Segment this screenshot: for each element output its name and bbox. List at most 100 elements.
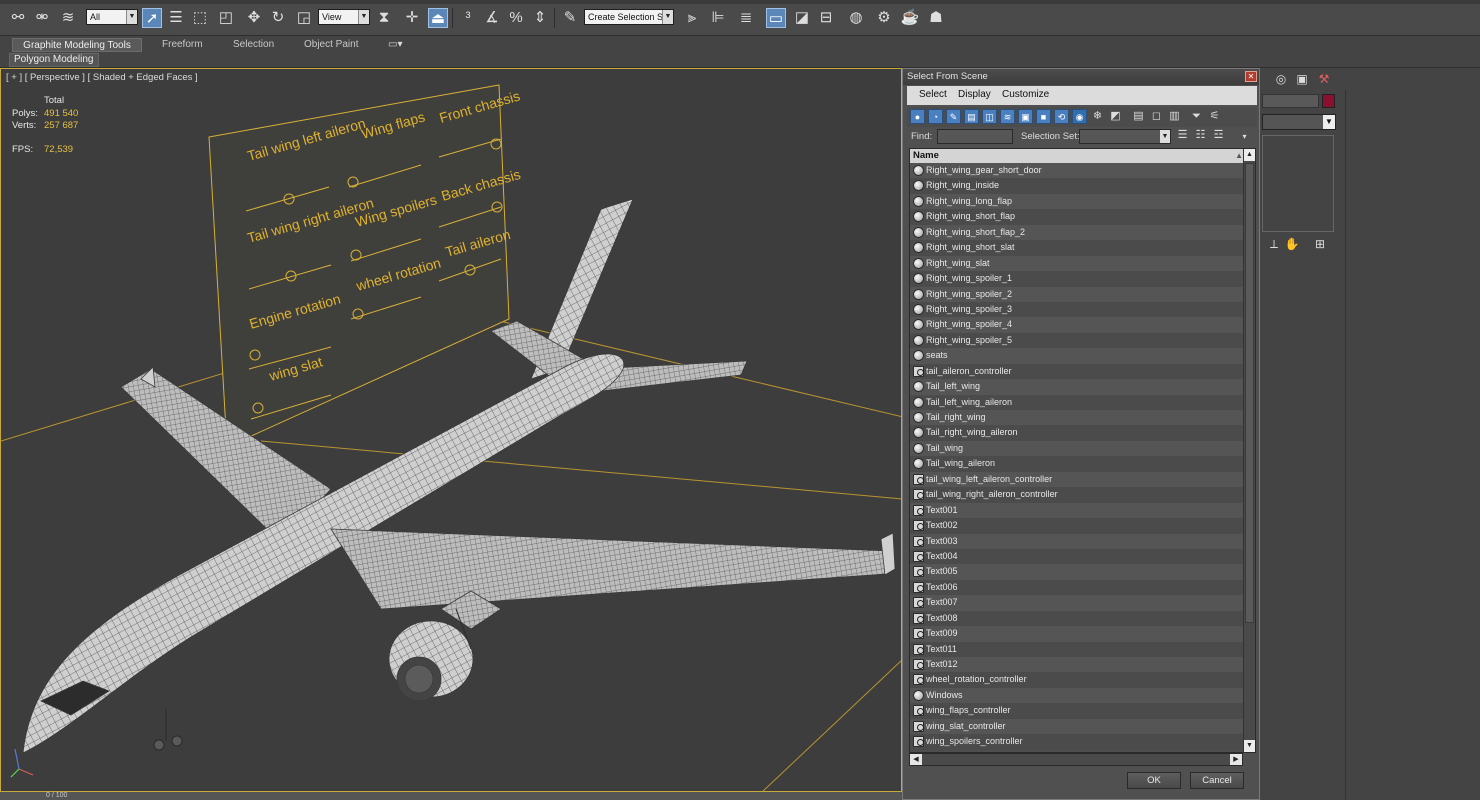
selection-set-dropdown[interactable]: ▼: [1079, 129, 1171, 144]
find-input[interactable]: [937, 129, 1013, 144]
list-item[interactable]: Text003: [910, 533, 1244, 549]
object-name-field[interactable]: [1262, 94, 1319, 108]
tab-object-paint[interactable]: Object Paint: [304, 38, 358, 52]
list-item[interactable]: Right_wing_short_flap: [910, 209, 1244, 225]
list-item[interactable]: Text012: [910, 657, 1244, 673]
object-color-swatch[interactable]: [1322, 94, 1335, 108]
list-item[interactable]: wheel_rotation_controller: [910, 672, 1244, 688]
list-item[interactable]: Text002: [910, 518, 1244, 534]
list-item[interactable]: Right_wing_slat: [910, 255, 1244, 272]
display-xrefs-icon[interactable]: ■: [1036, 109, 1051, 124]
link-icon[interactable]: ⚯: [8, 8, 28, 28]
edit-named-selection-icon[interactable]: ✎: [560, 8, 580, 28]
list-item[interactable]: wing_slat_controller: [910, 718, 1244, 735]
pivot-center-icon[interactable]: ⧗: [374, 8, 394, 28]
list-item[interactable]: Right_wing_spoiler_5: [910, 332, 1244, 349]
layer-manager-icon[interactable]: ≣: [736, 8, 756, 28]
scroll-right-icon[interactable]: ▶: [1230, 754, 1242, 765]
list-item[interactable]: Windows: [910, 687, 1244, 704]
close-icon[interactable]: ✕: [1245, 71, 1257, 82]
select-object-icon[interactable]: ➚: [142, 8, 162, 28]
list-item[interactable]: Tail_right_wing: [910, 410, 1244, 426]
display-frozen-icon[interactable]: ❄: [1090, 109, 1105, 124]
list-item[interactable]: wing_spoilers_controller: [910, 734, 1244, 750]
select-by-name-icon[interactable]: ☰: [166, 8, 186, 28]
list-item[interactable]: seats: [910, 348, 1244, 364]
bind-space-warp-icon[interactable]: ≋: [58, 8, 78, 28]
select-rotate-icon[interactable]: ↻: [268, 8, 288, 28]
list-item[interactable]: tail_wing_left_aileron_controller: [910, 471, 1244, 488]
ribbon-options-icon[interactable]: ▭▾: [388, 38, 402, 52]
list-item[interactable]: Text005: [910, 564, 1244, 580]
modifier-list-dropdown[interactable]: ▼: [1262, 114, 1336, 130]
angle-snap-icon[interactable]: ∡: [482, 8, 502, 28]
display-space-warps-icon[interactable]: ≋: [1000, 109, 1015, 124]
list-item[interactable]: Text009: [910, 626, 1244, 642]
snaps-toggle-icon[interactable]: ³: [458, 8, 478, 28]
viewport-label[interactable]: [ + ] [ Perspective ] [ Shaded + Edged F…: [6, 72, 198, 83]
options-chevron-icon[interactable]: ▾: [1237, 130, 1252, 145]
list-item[interactable]: Right_wing_short_flap_2: [910, 224, 1244, 241]
menu-display[interactable]: Display: [958, 89, 991, 100]
mirror-icon[interactable]: ⫸: [682, 8, 702, 28]
keyboard-shortcut-override-icon[interactable]: ⏏: [428, 8, 448, 28]
unlink-icon[interactable]: ⚮: [32, 8, 52, 28]
tab-selection[interactable]: Selection: [233, 38, 274, 52]
list-item[interactable]: Right_wing_gear_short_door: [910, 163, 1244, 179]
list-item[interactable]: Text007: [910, 595, 1244, 611]
selection-filter-dropdown[interactable]: All ▼: [86, 9, 138, 25]
named-selection-set-dropdown[interactable]: Create Selection Se ▼: [584, 9, 674, 25]
motion-panel-icon[interactable]: ◎: [1273, 71, 1289, 87]
percent-snap-icon[interactable]: %: [506, 8, 526, 28]
display-helpers-icon[interactable]: ◫: [982, 109, 997, 124]
list-item[interactable]: Tail_wing_aileron: [910, 456, 1244, 472]
list-item[interactable]: Tail_left_wing_aileron: [910, 394, 1244, 410]
select-invert-icon[interactable]: ☲: [1211, 128, 1226, 143]
display-containers-icon[interactable]: ◉: [1072, 109, 1087, 124]
display-panel-icon[interactable]: ▣: [1294, 71, 1310, 87]
reference-coordinate-dropdown[interactable]: View ▼: [318, 9, 370, 25]
window-crossing-icon[interactable]: ◰: [216, 8, 236, 28]
scroll-down-icon[interactable]: ▼: [1244, 740, 1255, 752]
perspective-viewport[interactable]: Tail wing left aileron Wing flaps Front …: [0, 68, 902, 792]
list-item[interactable]: Right_wing_spoiler_1: [910, 271, 1244, 287]
list-item[interactable]: Right_wing_long_flap: [910, 193, 1244, 210]
display-groups-icon[interactable]: ▣: [1018, 109, 1033, 124]
scroll-up-icon[interactable]: ▲: [1244, 149, 1255, 161]
menu-select[interactable]: Select: [919, 89, 947, 100]
material-editor-icon[interactable]: ◍: [846, 8, 866, 28]
list-item[interactable]: tail_aileron_controller: [910, 363, 1244, 380]
cancel-button[interactable]: Cancel: [1190, 772, 1244, 789]
pin-stack-icon[interactable]: ⟂: [1266, 236, 1282, 252]
list-item[interactable]: wing_flaps_controller: [910, 703, 1244, 719]
list-item[interactable]: Right_wing_spoiler_4: [910, 317, 1244, 333]
spinner-snap-icon[interactable]: ⇕: [530, 8, 550, 28]
display-all-icon[interactable]: ▤: [1131, 109, 1146, 124]
schematic-view-icon[interactable]: ⊟: [816, 8, 836, 28]
display-hidden-icon[interactable]: ◩: [1108, 109, 1123, 124]
filter-icon[interactable]: ⏷: [1189, 109, 1204, 124]
list-item[interactable]: Text006: [910, 579, 1244, 596]
vertical-scrollbar[interactable]: ▲ ▼: [1243, 149, 1255, 752]
list-item[interactable]: Right_wing_spoiler_2: [910, 286, 1244, 302]
display-none-icon[interactable]: ◻: [1149, 109, 1164, 124]
render-setup-icon[interactable]: ⚙: [874, 8, 894, 28]
display-cameras-icon[interactable]: ▤: [964, 109, 979, 124]
display-geometry-icon[interactable]: ●: [910, 109, 925, 124]
dialog-title[interactable]: Select From Scene: [903, 69, 1259, 85]
list-item[interactable]: Right_wing_spoiler_3: [910, 301, 1244, 318]
object-list[interactable]: Name ▲ Right_wing_gear_short_door Right_w…: [909, 148, 1256, 753]
list-item[interactable]: Tail_right_wing_aileron: [910, 425, 1244, 441]
tab-graphite-modeling-tools[interactable]: Graphite Modeling Tools: [12, 38, 142, 52]
select-manipulate-icon[interactable]: ✛: [402, 8, 422, 28]
polygon-modeling-panel[interactable]: Polygon Modeling: [9, 53, 99, 67]
advanced-filter-icon[interactable]: ⚟: [1207, 109, 1222, 124]
display-bones-icon[interactable]: ⟲: [1054, 109, 1069, 124]
rendered-frame-window-icon[interactable]: ☕: [900, 8, 920, 28]
select-move-icon[interactable]: ✥: [244, 8, 264, 28]
graphite-ribbon-toggle-icon[interactable]: ▭: [766, 8, 786, 28]
column-header-name[interactable]: Name ▲: [910, 149, 1255, 163]
list-item[interactable]: Text011: [910, 641, 1244, 657]
time-slider[interactable]: 0 / 100: [0, 792, 902, 800]
configure-modifier-sets-icon[interactable]: ⊞: [1312, 236, 1328, 252]
